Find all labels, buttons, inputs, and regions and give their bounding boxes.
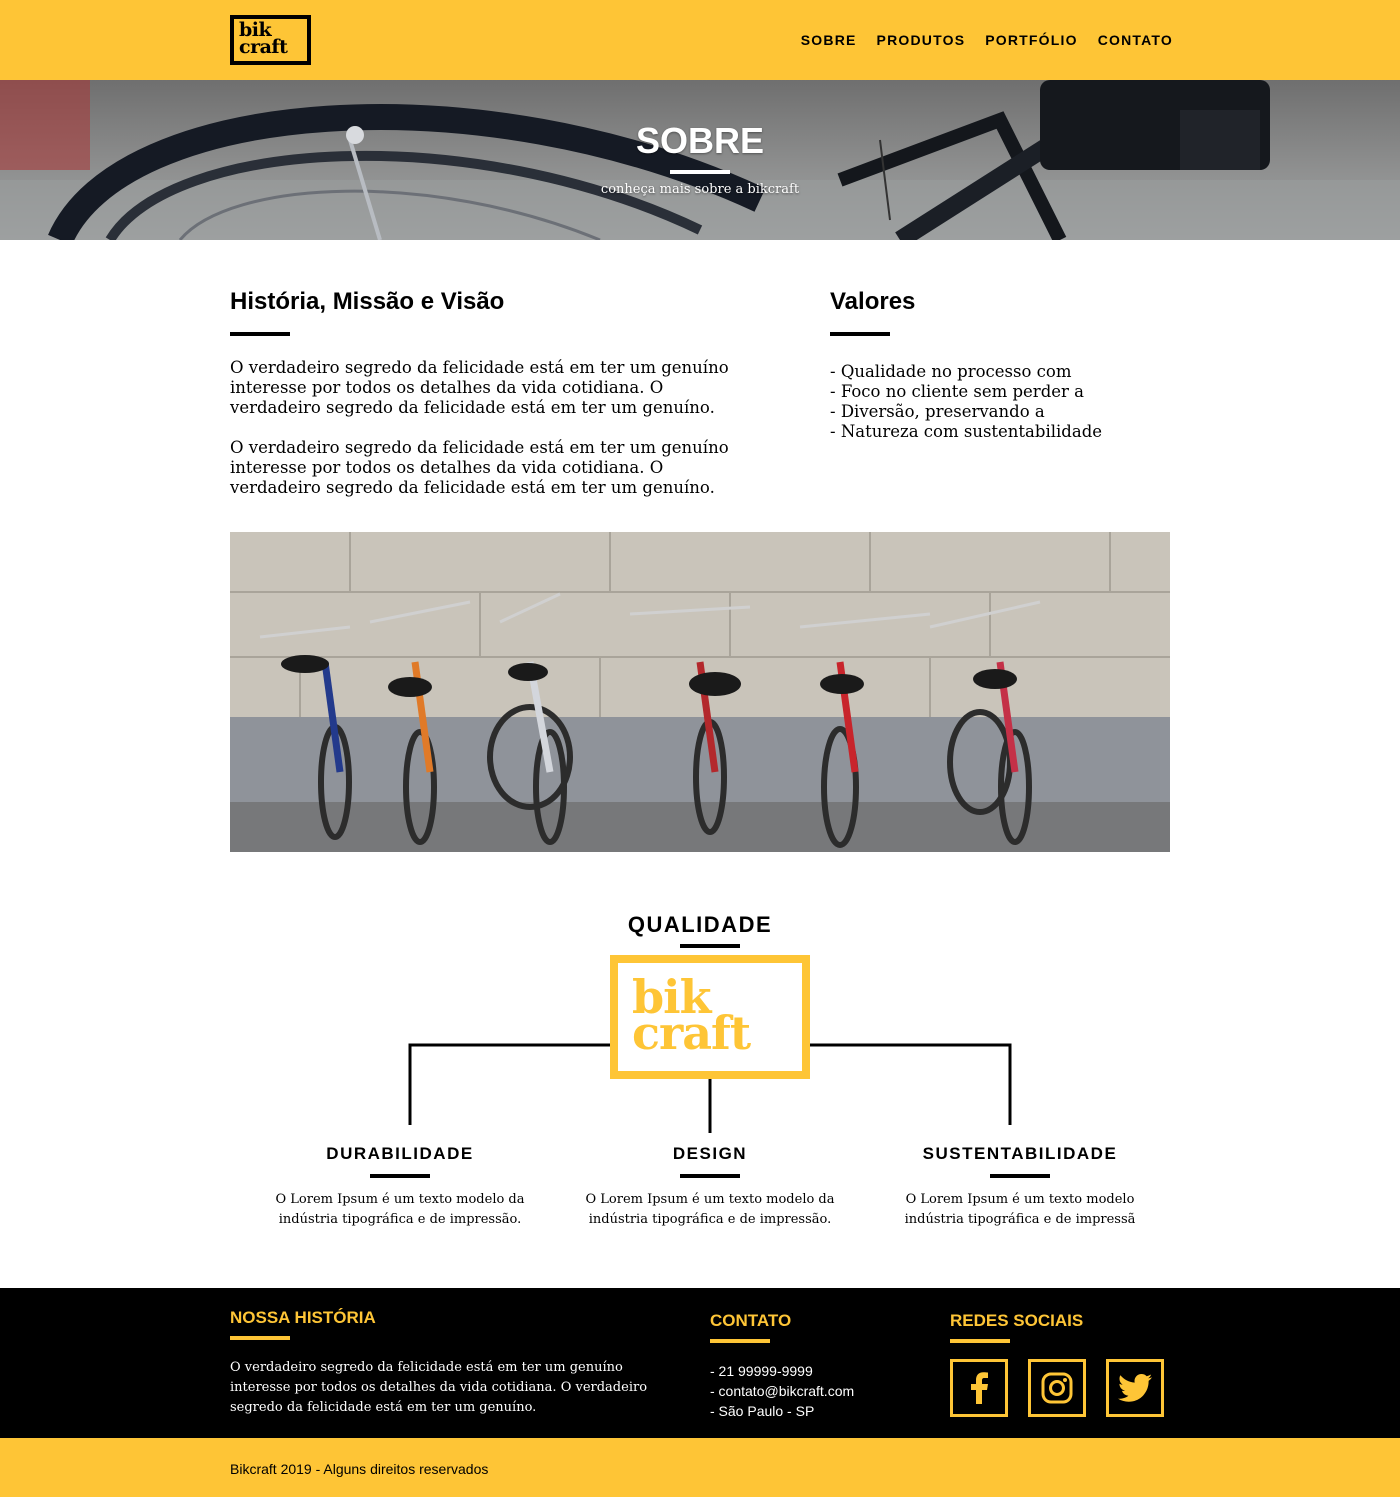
copyright-bar: Bikcraft 2019 - Alguns direitos reservad… — [0, 1438, 1400, 1497]
site-footer: NOSSA HISTÓRIA O verdadeiro segredo da f… — [0, 1288, 1400, 1438]
feature-text: O Lorem Ipsum é um texto modelo da indúst… — [275, 1192, 525, 1227]
feature-title: DESIGN — [672, 1144, 748, 1163]
feature-title: SUSTENTABILIDADE — [922, 1144, 1118, 1163]
twitter-icon — [1118, 1374, 1152, 1402]
feature-text: O Lorem Ipsum é um texto modelo indústria… — [904, 1192, 1136, 1227]
feature-underline — [990, 1174, 1050, 1178]
feature-underline — [680, 1174, 740, 1178]
copyright-text: Bikcraft 2019 - Alguns direitos reservad… — [230, 1461, 489, 1477]
feature-title: DURABILIDADE — [326, 1144, 474, 1163]
quality-connector-lines — [408, 1043, 1012, 1133]
social-links — [950, 1359, 1164, 1417]
feature-sustentabilidade: SUSTENTABILIDADE O Lorem Ipsum é um text… — [890, 1144, 1150, 1230]
footer-history-text: O verdadeiro segredo da felicidade está … — [230, 1360, 648, 1415]
contact-list: - 21 99999-9999 - contato@bikcraft.com -… — [710, 1361, 854, 1421]
footer-contact: CONTATO - 21 99999-9999 - contato@bikcra… — [710, 1311, 854, 1421]
twitter-link[interactable] — [1106, 1359, 1164, 1417]
facebook-link[interactable] — [950, 1359, 1008, 1417]
feature-text: O Lorem Ipsum é um texto modelo da indúst… — [585, 1192, 835, 1227]
instagram-icon — [1041, 1372, 1073, 1404]
contact-location: - São Paulo - SP — [710, 1403, 815, 1419]
quality-logo: bik craft — [610, 955, 810, 1079]
contact-phone[interactable]: - 21 99999-9999 — [710, 1361, 854, 1381]
contact-email[interactable]: - contato@bikcraft.com — [710, 1381, 854, 1401]
footer-underline — [230, 1336, 290, 1340]
quality-logo-line-2: craft — [632, 1006, 751, 1060]
instagram-link[interactable] — [1028, 1359, 1086, 1417]
feature-underline — [370, 1174, 430, 1178]
footer-history-title: NOSSA HISTÓRIA — [230, 1308, 376, 1327]
facebook-icon — [971, 1372, 988, 1404]
footer-contact-title: CONTATO — [710, 1311, 792, 1330]
footer-underline — [710, 1339, 770, 1343]
footer-social-title: REDES SOCIAIS — [950, 1311, 1084, 1330]
feature-durabilidade: DURABILIDADE O Lorem Ipsum é um texto mo… — [270, 1144, 530, 1230]
footer-underline — [950, 1339, 1010, 1343]
footer-history: NOSSA HISTÓRIA O verdadeiro segredo da f… — [230, 1308, 650, 1418]
footer-social: REDES SOCIAIS — [950, 1311, 1164, 1417]
feature-design: DESIGN O Lorem Ipsum é um texto modelo d… — [580, 1144, 840, 1230]
